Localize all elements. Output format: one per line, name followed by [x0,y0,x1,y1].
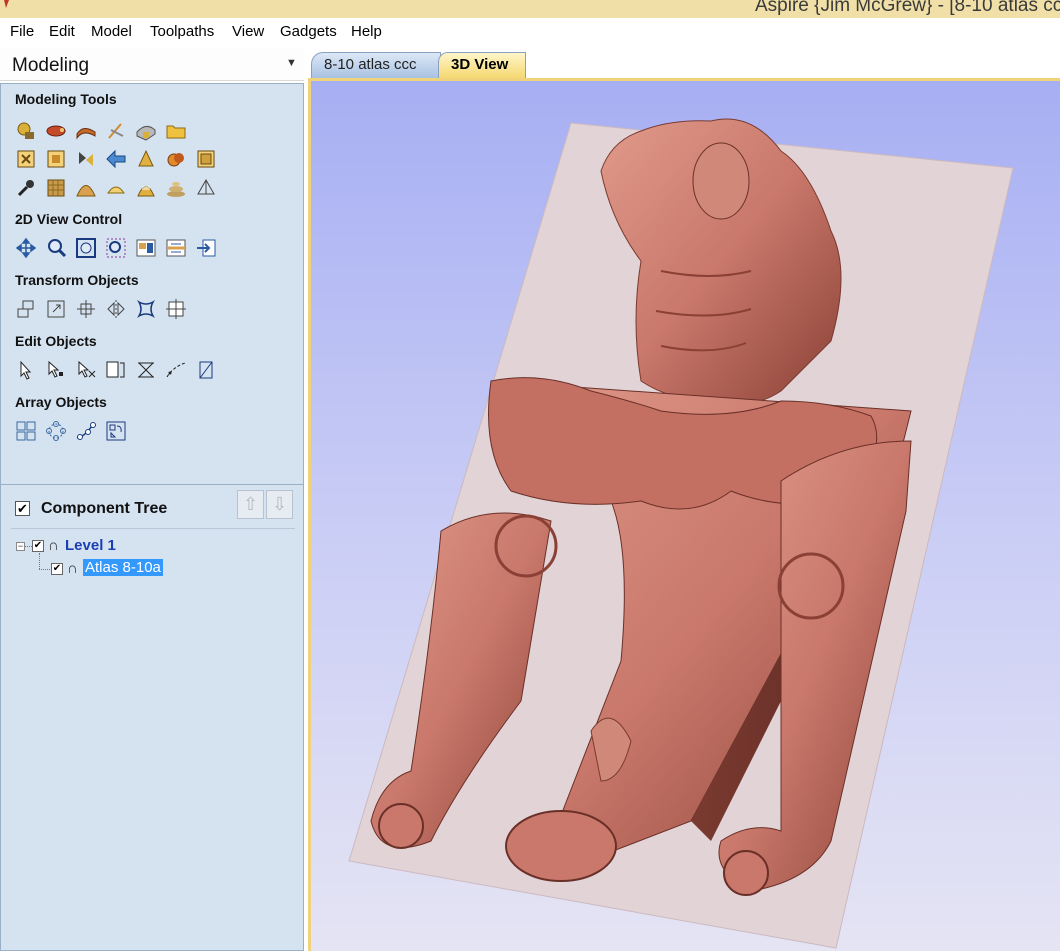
menu-toolpaths[interactable]: Toolpaths [150,23,214,40]
smooth-icon[interactable] [105,148,127,170]
section-array-objects: Array Objects [15,394,107,410]
tilt-icon[interactable] [45,148,67,170]
level-1-label[interactable]: Level 1 [65,537,116,554]
left-scroll-foot [378,803,424,849]
menu-gadgets[interactable]: Gadgets [280,23,337,40]
measure-icon[interactable] [195,359,217,381]
tree-connector [39,569,50,570]
tools-box: Modeling Tools 2D View Control Transform… [0,83,304,529]
panel-header: Modeling ▼ [0,48,304,81]
bottom-roll [505,810,617,882]
selection-tools-icon[interactable] [105,359,127,381]
create-dome-icon[interactable] [75,177,97,199]
component-tree-checkbox[interactable]: ✔ [15,501,30,516]
stack-icon[interactable] [165,177,187,199]
pan-icon[interactable] [15,237,37,259]
3d-viewport[interactable] [308,78,1060,951]
component-icon: ∩ [67,560,78,577]
wireframe-icon[interactable] [195,177,217,199]
tree-connector [25,546,32,547]
weld-icon[interactable] [135,148,157,170]
circular-copy-icon[interactable] [45,420,67,442]
collapse-icon[interactable]: − [16,542,25,551]
mirror-icon[interactable] [75,148,97,170]
section-edit-objects: Edit Objects [15,333,97,349]
menu-file[interactable]: File [10,23,34,40]
align-icon[interactable] [75,298,97,320]
menu-help[interactable]: Help [351,23,382,40]
layout-icon[interactable] [135,237,157,259]
pin-icon[interactable]: ▼ [286,57,297,69]
offset-icon[interactable] [135,177,157,199]
node-edit-icon[interactable] [45,359,67,381]
zoom-icon[interactable] [45,237,67,259]
menu-edit[interactable]: Edit [49,23,75,40]
level-1-checkbox[interactable]: ✔ [32,540,44,552]
create-dish-icon[interactable] [105,177,127,199]
menu-model[interactable]: Model [91,23,132,40]
wrench-icon[interactable] [15,177,37,199]
sculpt-icon[interactable] [105,120,127,142]
component-checkbox[interactable]: ✔ [51,563,63,575]
move-icon[interactable] [15,298,37,320]
document-tabs: 8-10 atlas ccc 3D View [305,46,1060,80]
tree-connector [39,553,40,569]
create-shape-icon[interactable] [15,120,37,142]
title-bar: Aspire {Jim McGrew} - [8-10 atlas cc [0,0,1060,18]
level-icon: ∩ [48,537,59,554]
bake-icon[interactable] [165,148,187,170]
move-down-button[interactable]: ⇩ [266,490,293,519]
window-title: Aspire {Jim McGrew} - [8-10 atlas cc [755,0,1060,16]
modeling-panel: Modeling ▼ Modeling Tools 2D View Contro… [0,46,305,951]
menu-bar: File Edit Model Toolpaths View Gadgets H… [0,18,1060,46]
view-import-icon[interactable] [195,237,217,259]
split-view-icon[interactable] [165,237,187,259]
fade-icon[interactable] [15,148,37,170]
zoom-extents-icon[interactable] [75,237,97,259]
tree-divider [11,528,295,529]
interactive-select-icon[interactable] [75,359,97,381]
component-tree-title: Component Tree [41,500,168,517]
two-rail-sweep-icon[interactable] [75,120,97,142]
move-up-button[interactable]: ⇧ [237,490,264,519]
set-position-icon[interactable] [165,298,187,320]
scale-icon[interactable] [45,298,67,320]
tab-document[interactable]: 8-10 atlas ccc [311,52,441,78]
section-modeling-tools: Modeling Tools [15,91,117,107]
component-item-label[interactable]: Atlas 8-10a [83,559,163,576]
3d-model-render [348,118,1014,949]
copy-along-vectors-icon[interactable] [75,420,97,442]
trim-icon[interactable] [135,359,157,381]
section-2d-view-control: 2D View Control [15,211,123,227]
block-copy-icon[interactable] [15,420,37,442]
aspire-logo-icon [4,0,9,8]
distort-icon[interactable] [135,120,157,142]
texture-icon[interactable] [45,177,67,199]
tab-3d-view[interactable]: 3D View [438,52,526,78]
freeze-icon[interactable] [195,148,217,170]
curve-fit-icon[interactable] [165,359,187,381]
extrude-icon[interactable] [45,120,67,142]
component-tree-panel: ✔ Component Tree ⇧ ⇩ − ✔ ∩ Level 1 ✔ ∩ A… [0,484,304,951]
select-icon[interactable] [15,359,37,381]
zoom-selection-icon[interactable] [105,237,127,259]
right-scroll-foot [723,850,769,896]
distort-objects-icon[interactable] [135,298,157,320]
menu-view[interactable]: View [232,23,264,40]
open-clipart-icon[interactable] [165,120,187,142]
panel-title: Modeling [12,55,90,76]
atlas-head [692,142,750,220]
mirror-objects-icon[interactable] [105,298,127,320]
section-transform-objects: Transform Objects [15,272,139,288]
nesting-icon[interactable] [105,420,127,442]
